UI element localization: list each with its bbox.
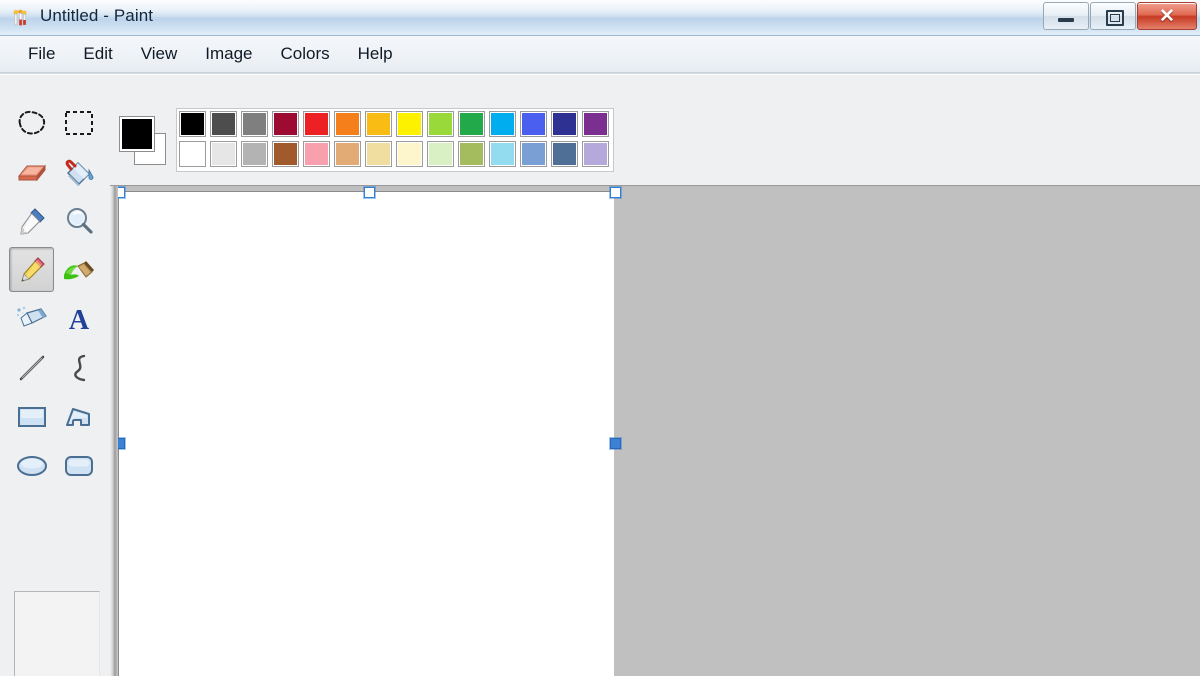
eraser-tool[interactable] bbox=[9, 149, 54, 194]
palette-grid bbox=[176, 108, 614, 172]
palette-swatch[interactable] bbox=[551, 141, 578, 167]
palette-swatch[interactable] bbox=[396, 111, 423, 137]
palette-swatch[interactable] bbox=[582, 111, 609, 137]
canvas-handle-top-center[interactable] bbox=[364, 187, 375, 198]
menu-item-colors[interactable]: Colors bbox=[267, 41, 344, 67]
rectangle-tool[interactable] bbox=[9, 394, 54, 439]
palette-swatch[interactable] bbox=[303, 141, 330, 167]
free-form-select-tool[interactable] bbox=[9, 100, 54, 145]
menu-item-help[interactable]: Help bbox=[344, 41, 407, 67]
canvas-container bbox=[118, 186, 615, 676]
palette-swatch[interactable] bbox=[272, 141, 299, 167]
eyedropper-icon bbox=[16, 205, 48, 237]
restore-icon bbox=[1106, 10, 1124, 26]
eraser-icon bbox=[15, 159, 49, 185]
palette-swatch[interactable] bbox=[210, 141, 237, 167]
magnifier-tool[interactable] bbox=[56, 198, 101, 243]
fill-with-color-tool[interactable] bbox=[56, 149, 101, 194]
palette-swatch[interactable] bbox=[241, 141, 268, 167]
toolbar-highlight-line bbox=[0, 74, 1200, 75]
foreground-color-swatch[interactable] bbox=[120, 117, 154, 151]
title-bar: Untitled - Paint ✕ bbox=[0, 0, 1200, 36]
svg-text:A: A bbox=[68, 305, 89, 334]
tools-grid: A bbox=[9, 100, 105, 492]
ellipse-tool[interactable] bbox=[9, 443, 54, 488]
line-tool[interactable] bbox=[9, 345, 54, 390]
toolbox-workspace-divider[interactable] bbox=[110, 186, 118, 676]
canvas-handle-middle-left[interactable] bbox=[118, 438, 125, 449]
foreground-background-color-indicator[interactable] bbox=[118, 113, 170, 167]
menu-item-edit[interactable]: Edit bbox=[69, 41, 126, 67]
palette-swatch[interactable] bbox=[489, 141, 516, 167]
window-title: Untitled - Paint bbox=[40, 6, 153, 26]
minimize-icon bbox=[1058, 18, 1074, 22]
rounded-rectangle-tool[interactable] bbox=[56, 443, 101, 488]
airbrush-icon bbox=[15, 305, 49, 333]
palette-swatch[interactable] bbox=[551, 111, 578, 137]
menu-item-view[interactable]: View bbox=[127, 41, 192, 67]
palette-swatch[interactable] bbox=[458, 141, 485, 167]
palette-swatch[interactable] bbox=[365, 111, 392, 137]
canvas-handle-top-left[interactable] bbox=[118, 187, 125, 198]
canvas-handle-top-right[interactable] bbox=[610, 187, 621, 198]
menu-item-file[interactable]: File bbox=[14, 41, 69, 67]
airbrush-tool[interactable] bbox=[9, 296, 54, 341]
paint-brushes-icon bbox=[10, 8, 31, 29]
paintbrush-icon bbox=[62, 255, 96, 285]
paint-window: Untitled - Paint ✕ File Edit View Image … bbox=[0, 0, 1200, 676]
palette-swatch[interactable] bbox=[396, 141, 423, 167]
free-form-select-icon bbox=[15, 108, 49, 138]
polygon-tool[interactable] bbox=[56, 394, 101, 439]
palette-swatch[interactable] bbox=[520, 111, 547, 137]
palette-swatch[interactable] bbox=[241, 111, 268, 137]
tool-box: A bbox=[0, 94, 110, 676]
window-controls: ✕ bbox=[1042, 2, 1197, 30]
close-button[interactable]: ✕ bbox=[1137, 2, 1197, 30]
menu-bar: File Edit View Image Colors Help bbox=[0, 36, 1200, 73]
palette-swatch[interactable] bbox=[582, 141, 609, 167]
palette-swatch[interactable] bbox=[427, 111, 454, 137]
tool-options-panel bbox=[14, 591, 100, 676]
title-bar-sheen bbox=[0, 0, 1200, 17]
close-icon: ✕ bbox=[1138, 3, 1196, 29]
color-palette bbox=[118, 106, 614, 174]
pencil-icon bbox=[16, 254, 48, 286]
palette-swatch[interactable] bbox=[365, 141, 392, 167]
polygon-icon bbox=[63, 404, 95, 430]
magnifier-icon bbox=[63, 205, 95, 237]
palette-swatch[interactable] bbox=[179, 111, 206, 137]
line-icon bbox=[16, 352, 48, 384]
maximize-restore-button[interactable] bbox=[1090, 2, 1136, 30]
palette-swatch[interactable] bbox=[334, 141, 361, 167]
canvas-border bbox=[118, 191, 614, 676]
palette-swatch[interactable] bbox=[272, 111, 299, 137]
pick-color-tool[interactable] bbox=[9, 198, 54, 243]
palette-swatch[interactable] bbox=[489, 111, 516, 137]
drawing-canvas[interactable] bbox=[120, 193, 614, 676]
palette-swatch[interactable] bbox=[334, 111, 361, 137]
ellipse-icon bbox=[15, 453, 49, 479]
palette-swatch[interactable] bbox=[427, 141, 454, 167]
brush-tool[interactable] bbox=[56, 247, 101, 292]
paint-bucket-icon bbox=[62, 157, 96, 187]
minimize-button[interactable] bbox=[1043, 2, 1089, 30]
palette-swatch[interactable] bbox=[520, 141, 547, 167]
curve-tool[interactable] bbox=[56, 345, 101, 390]
rectangle-select-icon bbox=[63, 109, 95, 137]
curve-icon bbox=[65, 352, 93, 384]
workspace-area[interactable] bbox=[118, 186, 1200, 676]
palette-swatch[interactable] bbox=[179, 141, 206, 167]
text-tool[interactable]: A bbox=[56, 296, 101, 341]
rounded-rectangle-icon bbox=[63, 453, 95, 479]
rectangle-icon bbox=[16, 404, 48, 430]
pencil-tool[interactable] bbox=[9, 247, 54, 292]
menu-item-image[interactable]: Image bbox=[191, 41, 266, 67]
palette-swatch[interactable] bbox=[303, 111, 330, 137]
canvas-handle-middle-right[interactable] bbox=[610, 438, 621, 449]
palette-swatch[interactable] bbox=[458, 111, 485, 137]
palette-swatch[interactable] bbox=[210, 111, 237, 137]
rectangle-select-tool[interactable] bbox=[56, 100, 101, 145]
text-a-icon: A bbox=[64, 304, 94, 334]
